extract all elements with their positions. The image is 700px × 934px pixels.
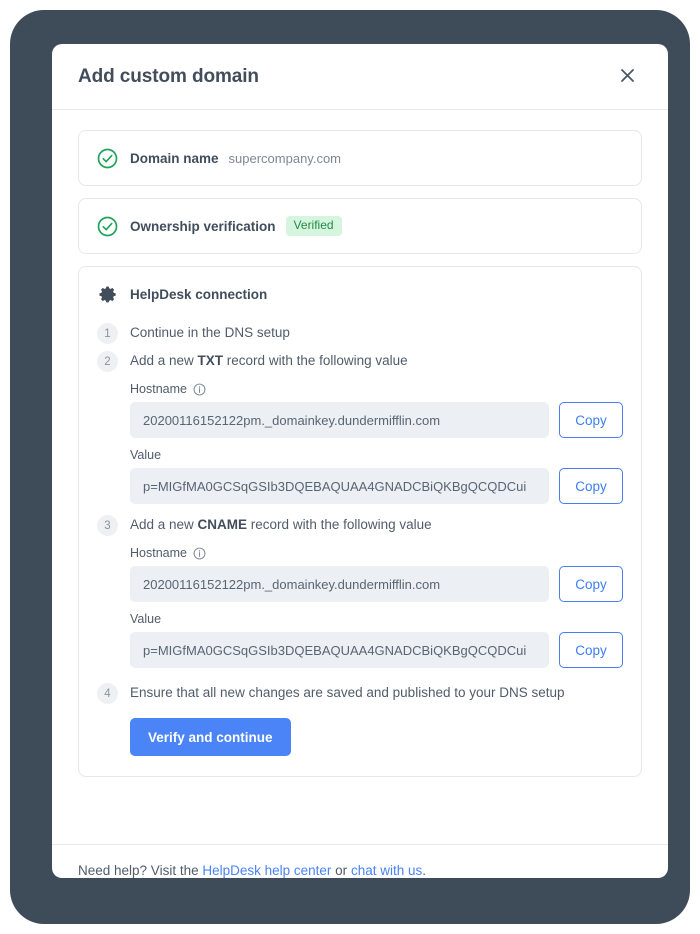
txt-value-group: Value Copy <box>130 448 623 504</box>
chat-with-us-link[interactable]: chat with us <box>351 863 422 878</box>
close-icon <box>620 68 635 86</box>
check-circle-icon <box>97 216 118 237</box>
step-1-text: Continue in the DNS setup <box>130 322 290 343</box>
step-4-text: Ensure that all new changes are saved an… <box>130 682 565 703</box>
step-number-badge: 4 <box>97 683 118 704</box>
info-icon[interactable] <box>193 383 206 396</box>
step-1: 1 Continue in the DNS setup <box>97 322 623 344</box>
footer-text-start: Need help? Visit the <box>78 863 203 878</box>
helpdesk-connection-header: HelpDesk connection <box>97 285 623 304</box>
modal-header: Add custom domain <box>52 44 668 110</box>
step-2: 2 Add a new TXT record with the followin… <box>97 350 623 372</box>
step-3-text-before: Add a new <box>130 517 198 532</box>
cname-value-group: Value Copy <box>130 612 623 668</box>
cname-hostname-row: Copy <box>130 566 623 602</box>
page-background-frame: Add custom domain Domain name supercompa… <box>10 10 690 924</box>
record-type-txt: TXT <box>197 353 224 368</box>
gear-icon <box>99 285 118 304</box>
verify-and-continue-button[interactable]: Verify and continue <box>130 718 291 756</box>
check-circle-icon <box>97 148 118 169</box>
txt-value-row: Copy <box>130 468 623 504</box>
step-number-badge: 2 <box>97 351 118 372</box>
txt-hostname-row: Copy <box>130 402 623 438</box>
txt-value-copy-button[interactable]: Copy <box>559 468 623 504</box>
txt-value-input[interactable] <box>130 468 549 504</box>
step-number-badge: 1 <box>97 323 118 344</box>
txt-hostname-copy-button[interactable]: Copy <box>559 402 623 438</box>
step-2-text-after: record with the following value <box>223 353 408 368</box>
helpdesk-connection-title: HelpDesk connection <box>130 287 268 302</box>
page-title: Add custom domain <box>78 65 259 87</box>
helpdesk-help-center-link[interactable]: HelpDesk help center <box>202 863 331 878</box>
txt-hostname-input[interactable] <box>130 402 549 438</box>
cname-value-input[interactable] <box>130 632 549 668</box>
cname-hostname-input[interactable] <box>130 566 549 602</box>
txt-value-label-row: Value <box>130 448 623 462</box>
txt-hostname-label: Hostname <box>130 382 187 396</box>
close-button[interactable] <box>612 62 642 92</box>
step-3: 3 Add a new CNAME record with the follow… <box>97 514 623 536</box>
step-3-text-after: record with the following value <box>247 517 432 532</box>
ownership-verification-card: Ownership verification Verified <box>78 198 642 254</box>
cname-value-row: Copy <box>130 632 623 668</box>
step-4: 4 Ensure that all new changes are saved … <box>97 682 623 704</box>
helpdesk-connection-card: HelpDesk connection 1 Continue in the DN… <box>78 266 642 777</box>
footer-text-middle: or <box>331 863 351 878</box>
step-2-text: Add a new TXT record with the following … <box>130 350 408 371</box>
cname-hostname-label: Hostname <box>130 546 187 560</box>
step-2-text-before: Add a new <box>130 353 198 368</box>
cname-value-copy-button[interactable]: Copy <box>559 632 623 668</box>
step-4-text-main: Ensure that all new changes are saved an… <box>130 685 565 700</box>
txt-value-label: Value <box>130 448 162 462</box>
modal-body: Domain name supercompany.com Ownership v… <box>52 110 668 826</box>
status-badge: Verified <box>285 216 342 236</box>
domain-name-label: Domain name <box>130 150 219 166</box>
step-1-text-main: Continue in the DNS setup <box>130 325 290 340</box>
step-number-badge: 3 <box>97 515 118 536</box>
modal-footer: Need help? Visit the HelpDesk help cente… <box>52 844 668 878</box>
ownership-verification-label: Ownership verification <box>130 218 276 234</box>
footer-text-end: . <box>422 863 426 878</box>
domain-name-value: supercompany.com <box>228 150 342 166</box>
step-3-text: Add a new CNAME record with the followin… <box>130 514 432 535</box>
cname-value-label-row: Value <box>130 612 623 626</box>
record-type-cname: CNAME <box>197 517 248 532</box>
txt-hostname-group: Hostname Copy <box>130 382 623 438</box>
cname-value-label: Value <box>130 612 162 626</box>
domain-name-card: Domain name supercompany.com <box>78 130 642 186</box>
cname-hostname-copy-button[interactable]: Copy <box>559 566 623 602</box>
cname-hostname-group: Hostname Copy <box>130 546 623 602</box>
info-icon[interactable] <box>193 547 206 560</box>
add-custom-domain-modal: Add custom domain Domain name supercompa… <box>52 44 668 878</box>
cname-hostname-label-row: Hostname <box>130 546 623 560</box>
txt-hostname-label-row: Hostname <box>130 382 623 396</box>
